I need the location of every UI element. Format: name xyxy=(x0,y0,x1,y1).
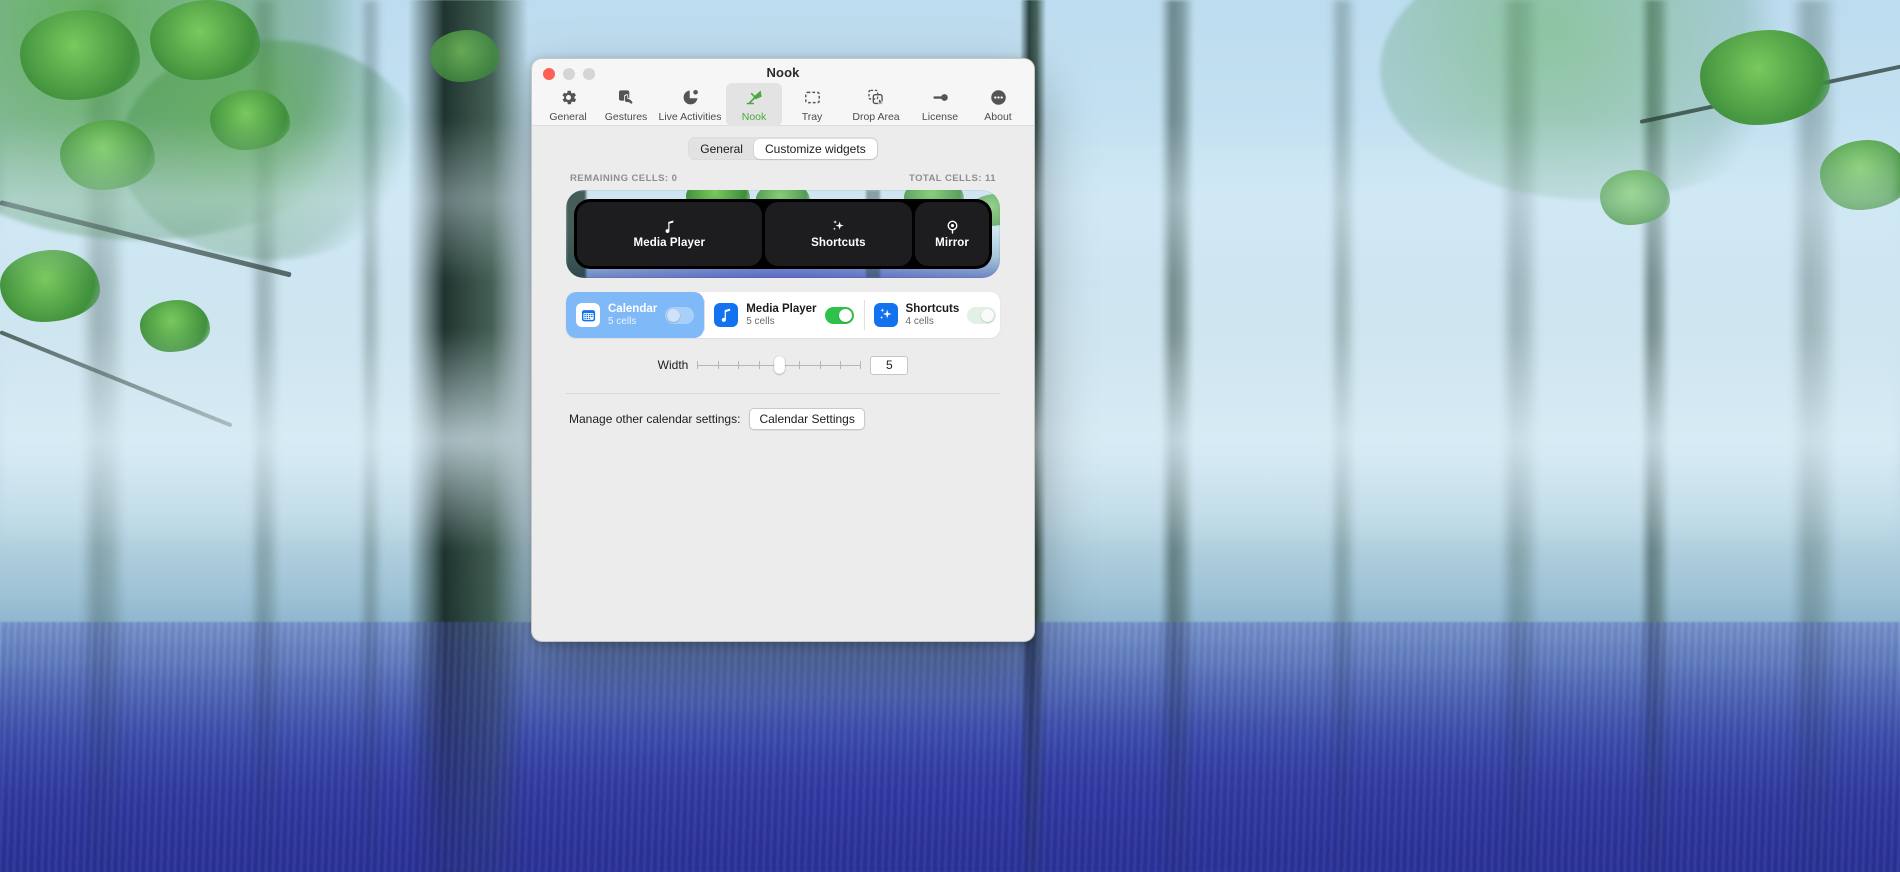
toolbar-item-drop-area[interactable]: Drop Area xyxy=(842,83,910,126)
webcam-icon xyxy=(946,220,959,234)
calendar-settings-label: Manage other calendar settings: xyxy=(569,412,741,426)
ellipsis-circle-icon xyxy=(989,87,1008,108)
gear-icon xyxy=(559,87,578,108)
hand-tap-icon xyxy=(617,87,636,108)
toolbar-label: About xyxy=(984,111,1012,123)
sparkles-icon xyxy=(873,303,898,327)
toolbar-label: Gestures xyxy=(604,111,648,123)
toolbar-label: General xyxy=(549,111,587,123)
preview-widget-label: Shortcuts xyxy=(811,236,866,249)
toolbar-label: Tray xyxy=(801,111,823,123)
widget-list[interactable]: Calendar 5 cells Media Player 5 cells Sh… xyxy=(566,292,1000,338)
preview-widget-shortcuts[interactable]: Shortcuts xyxy=(764,202,913,266)
toolbar-item-gestures[interactable]: Gestures xyxy=(598,83,654,126)
widget-cells: 5 cells xyxy=(746,315,775,327)
sparkles-icon xyxy=(831,220,846,234)
toolbar-item-about[interactable]: About xyxy=(970,83,1026,126)
toolbar-item-license[interactable]: License xyxy=(912,83,968,126)
tab-general[interactable]: General xyxy=(689,139,754,159)
tab-bar: General Customize widgets xyxy=(532,137,1034,160)
remaining-cells-label: REMAINING CELLS: 0 xyxy=(570,173,678,184)
widget-info: Media Player 5 cells xyxy=(746,303,816,328)
cells-summary: REMAINING CELLS: 0 TOTAL CELLS: 11 xyxy=(570,173,996,184)
drop-area-icon xyxy=(867,87,886,108)
music-note-icon xyxy=(664,220,675,234)
width-value-field[interactable]: 5 xyxy=(870,355,909,375)
nook-settings-window: Nook General Gestures Live Activities No… xyxy=(531,58,1035,642)
tab-customize-widgets[interactable]: Customize widgets xyxy=(753,138,877,159)
window-title: Nook xyxy=(766,65,800,80)
music-note-icon xyxy=(714,303,739,327)
window-titlebar: Nook General Gestures Live Activities No… xyxy=(532,59,1034,126)
total-cells-label: TOTAL CELLS: 11 xyxy=(909,173,996,184)
preview-widget-media-player[interactable]: Media Player xyxy=(577,202,762,266)
widget-list-item-shortcuts[interactable]: Shortcuts 4 cells xyxy=(863,292,1000,338)
widget-list-item-calendar[interactable]: Calendar 5 cells xyxy=(566,292,705,338)
toolbar-item-general[interactable]: General xyxy=(540,83,596,126)
slider-thumb[interactable] xyxy=(773,356,785,374)
toolbar-label: Drop Area xyxy=(852,111,900,123)
widget-cells: 4 cells xyxy=(905,315,934,327)
widget-name: Calendar xyxy=(608,302,658,315)
live-activity-icon xyxy=(681,87,700,108)
dashed-rect-icon xyxy=(803,87,822,108)
width-control: Width 5 xyxy=(532,354,1034,376)
widget-toggle-shortcuts[interactable] xyxy=(967,306,997,324)
segmented-control: General Customize widgets xyxy=(687,137,879,160)
calendar-settings-button[interactable]: Calendar Settings xyxy=(749,408,865,430)
width-label: Width xyxy=(657,358,689,372)
desktop-wallpaper: Nook General Gestures Live Activities No… xyxy=(0,0,1900,872)
key-icon xyxy=(931,87,950,108)
widget-cells: 5 cells xyxy=(608,315,637,327)
widget-name: Shortcuts xyxy=(905,302,960,315)
widget-toggle-media-player[interactable] xyxy=(824,306,854,324)
widget-info: Calendar 5 cells xyxy=(608,303,657,328)
widget-toggle-calendar[interactable] xyxy=(665,306,695,324)
toolbar-label: License xyxy=(921,111,959,123)
toolbar-item-tray[interactable]: Tray xyxy=(784,83,840,126)
toolbar-item-nook[interactable]: Nook xyxy=(726,83,782,126)
toolbar-item-live-activities[interactable]: Live Activities xyxy=(656,83,724,126)
calendar-icon xyxy=(576,303,600,327)
desk-lamp-icon xyxy=(745,87,764,108)
settings-toolbar: General Gestures Live Activities Nook Tr… xyxy=(532,83,1034,126)
settings-content: General Customize widgets REMAINING CELL… xyxy=(532,137,1034,430)
toolbar-label: Live Activities xyxy=(658,111,722,123)
widget-name: Media Player xyxy=(746,302,817,315)
toolbar-label: Nook xyxy=(741,111,767,123)
widget-list-item-media-player[interactable]: Media Player 5 cells xyxy=(704,292,863,338)
nook-preview: Media Player Shortcuts Mirror xyxy=(566,190,1000,278)
preview-widget-label: Mirror xyxy=(935,236,969,249)
preview-widget-mirror[interactable]: Mirror xyxy=(915,202,989,266)
preview-widget-label: Media Player xyxy=(633,236,706,249)
calendar-settings-row: Manage other calendar settings: Calendar… xyxy=(569,408,1034,430)
section-divider xyxy=(566,393,1000,394)
width-slider[interactable] xyxy=(697,354,862,376)
widget-info: Shortcuts 4 cells xyxy=(906,303,960,328)
notch-preview-bar: Media Player Shortcuts Mirror xyxy=(574,199,992,269)
